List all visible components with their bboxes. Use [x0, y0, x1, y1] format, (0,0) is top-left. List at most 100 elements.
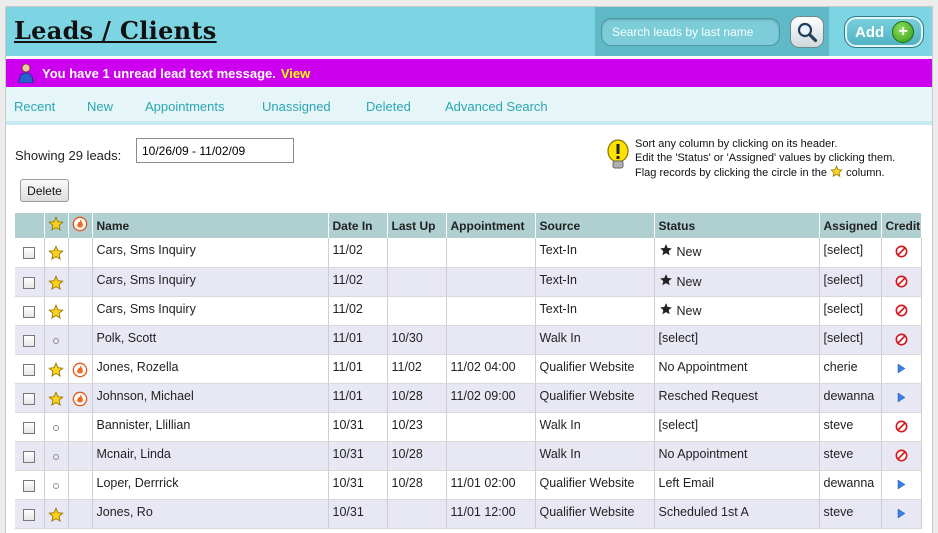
lead-assigned[interactable]: [select]	[819, 325, 882, 355]
lead-credit[interactable]	[881, 441, 922, 471]
lead-credit[interactable]	[881, 296, 922, 326]
lead-credit[interactable]	[881, 470, 922, 500]
header-star[interactable]	[44, 213, 69, 238]
lead-status-cell[interactable]: New	[654, 296, 820, 326]
date-range-input[interactable]	[136, 138, 294, 163]
row-checkbox[interactable]	[23, 392, 36, 405]
lead-status[interactable]: Scheduled 1st A	[659, 505, 749, 519]
table-row[interactable]: Cars, Sms Inquiry 11/02 Text-In New [select]	[15, 296, 922, 326]
table-row[interactable]: Loper, Derrrick 10/31 10/28 11/01 02:00 Qual…	[15, 470, 922, 500]
row-star-cell[interactable]	[44, 296, 69, 326]
row-checkbox[interactable]	[23, 363, 36, 376]
lead-status[interactable]: New	[677, 275, 702, 289]
header-flame[interactable]	[68, 213, 93, 238]
nav-appointments[interactable]: Appointments	[145, 99, 225, 114]
view-message-link[interactable]: View	[281, 66, 310, 81]
lead-assigned[interactable]: steve	[819, 441, 882, 471]
flag-circle-icon[interactable]	[53, 453, 59, 460]
header-credit[interactable]: Credit	[881, 213, 922, 238]
table-row[interactable]: Johnson, Michael 11/01 10/28 11/02 09:00 Qua…	[15, 383, 922, 413]
lead-credit[interactable]	[881, 499, 922, 529]
row-star-cell[interactable]	[44, 354, 69, 384]
row-star-cell[interactable]	[44, 499, 69, 529]
lead-name[interactable]: Cars, Sms Inquiry	[92, 238, 329, 268]
lead-credit[interactable]	[881, 238, 922, 268]
lead-name[interactable]: Cars, Sms Inquiry	[92, 267, 329, 297]
row-checkbox[interactable]	[23, 479, 36, 492]
lead-status[interactable]: New	[677, 304, 702, 318]
lead-status[interactable]: No Appointment	[659, 447, 748, 461]
row-star-cell[interactable]	[44, 412, 69, 442]
table-row[interactable]: Bannister, Llillian 10/31 10/23 Walk In [sel…	[15, 412, 922, 442]
nav-advanced-search[interactable]: Advanced Search	[445, 99, 548, 114]
lead-credit[interactable]	[881, 354, 922, 384]
lead-assigned[interactable]: dewanna	[819, 383, 882, 413]
row-star-cell[interactable]	[44, 267, 69, 297]
lead-status[interactable]: No Appointment	[659, 360, 748, 374]
row-star-cell[interactable]	[44, 441, 69, 471]
row-star-cell[interactable]	[44, 238, 69, 268]
lead-assigned[interactable]: [select]	[819, 238, 882, 268]
header-last-up[interactable]: Last Up	[387, 213, 447, 238]
add-lead-button[interactable]: Add +	[844, 16, 924, 48]
lead-name[interactable]: Cars, Sms Inquiry	[92, 296, 329, 326]
flag-circle-icon[interactable]	[53, 337, 59, 344]
lead-name[interactable]: Jones, Rozella	[92, 354, 329, 384]
header-name[interactable]: Name	[92, 213, 329, 238]
search-input[interactable]	[601, 18, 780, 46]
header-assigned[interactable]: Assigned	[819, 213, 882, 238]
lead-name[interactable]: Mcnair, Linda	[92, 441, 329, 471]
lead-assigned[interactable]: [select]	[819, 267, 882, 297]
header-status[interactable]: Status	[654, 213, 820, 238]
row-checkbox[interactable]	[23, 508, 36, 521]
header-appointment[interactable]: Appointment	[446, 213, 536, 238]
lead-assigned[interactable]: dewanna	[819, 470, 882, 500]
lead-assigned[interactable]: steve	[819, 412, 882, 442]
lead-status-cell[interactable]: Left Email	[654, 470, 820, 500]
lead-credit[interactable]	[881, 383, 922, 413]
table-row[interactable]: Mcnair, Linda 10/31 10/28 Walk In No Appoint…	[15, 441, 922, 471]
lead-assigned[interactable]: [select]	[819, 296, 882, 326]
lead-credit[interactable]	[881, 267, 922, 297]
header-source[interactable]: Source	[535, 213, 655, 238]
row-checkbox[interactable]	[23, 276, 36, 289]
table-row[interactable]: Jones, Rozella 11/01 11/02 11/02 04:00 Quali…	[15, 354, 922, 384]
table-row[interactable]: Cars, Sms Inquiry 11/02 Text-In New [select]	[15, 267, 922, 297]
lead-name[interactable]: Jones, Ro	[92, 499, 329, 529]
lead-name[interactable]: Loper, Derrrick	[92, 470, 329, 500]
lead-status[interactable]: Left Email	[659, 476, 715, 490]
lead-credit[interactable]	[881, 412, 922, 442]
lead-assigned[interactable]: cherie	[819, 354, 882, 384]
delete-button[interactable]: Delete	[20, 179, 69, 202]
flag-circle-icon[interactable]	[53, 482, 59, 489]
lead-assigned[interactable]: steve	[819, 499, 882, 529]
lead-name[interactable]: Bannister, Llillian	[92, 412, 329, 442]
row-checkbox[interactable]	[23, 421, 36, 434]
row-checkbox[interactable]	[23, 305, 36, 318]
row-star-cell[interactable]	[44, 383, 69, 413]
search-button[interactable]	[790, 16, 824, 48]
table-row[interactable]: Polk, Scott 11/01 10/30 Walk In [select] [sel…	[15, 325, 922, 355]
lead-status[interactable]: New	[677, 245, 702, 259]
nav-recent[interactable]: Recent	[14, 99, 55, 114]
lead-status-cell[interactable]: Resched Request	[654, 383, 820, 413]
lead-status[interactable]: [select]	[659, 418, 699, 432]
lead-status-cell[interactable]: New	[654, 267, 820, 297]
lead-status-cell[interactable]: Scheduled 1st A	[654, 499, 820, 529]
lead-status[interactable]: Resched Request	[659, 389, 758, 403]
lead-status-cell[interactable]: [select]	[654, 325, 820, 355]
flag-circle-icon[interactable]	[53, 424, 59, 431]
table-row[interactable]: Jones, Ro 10/31 11/01 12:00 Qualifier Websi…	[15, 499, 922, 529]
row-star-cell[interactable]	[44, 470, 69, 500]
lead-status-cell[interactable]: [select]	[654, 412, 820, 442]
lead-status-cell[interactable]: No Appointment	[654, 354, 820, 384]
nav-new[interactable]: New	[87, 99, 113, 114]
lead-name[interactable]: Polk, Scott	[92, 325, 329, 355]
table-row[interactable]: Cars, Sms Inquiry 11/02 Text-In New [select]	[15, 238, 922, 268]
nav-deleted[interactable]: Deleted	[366, 99, 411, 114]
nav-unassigned[interactable]: Unassigned	[262, 99, 331, 114]
lead-status[interactable]: [select]	[659, 331, 699, 345]
row-checkbox[interactable]	[23, 450, 36, 463]
lead-status-cell[interactable]: No Appointment	[654, 441, 820, 471]
row-star-cell[interactable]	[44, 325, 69, 355]
